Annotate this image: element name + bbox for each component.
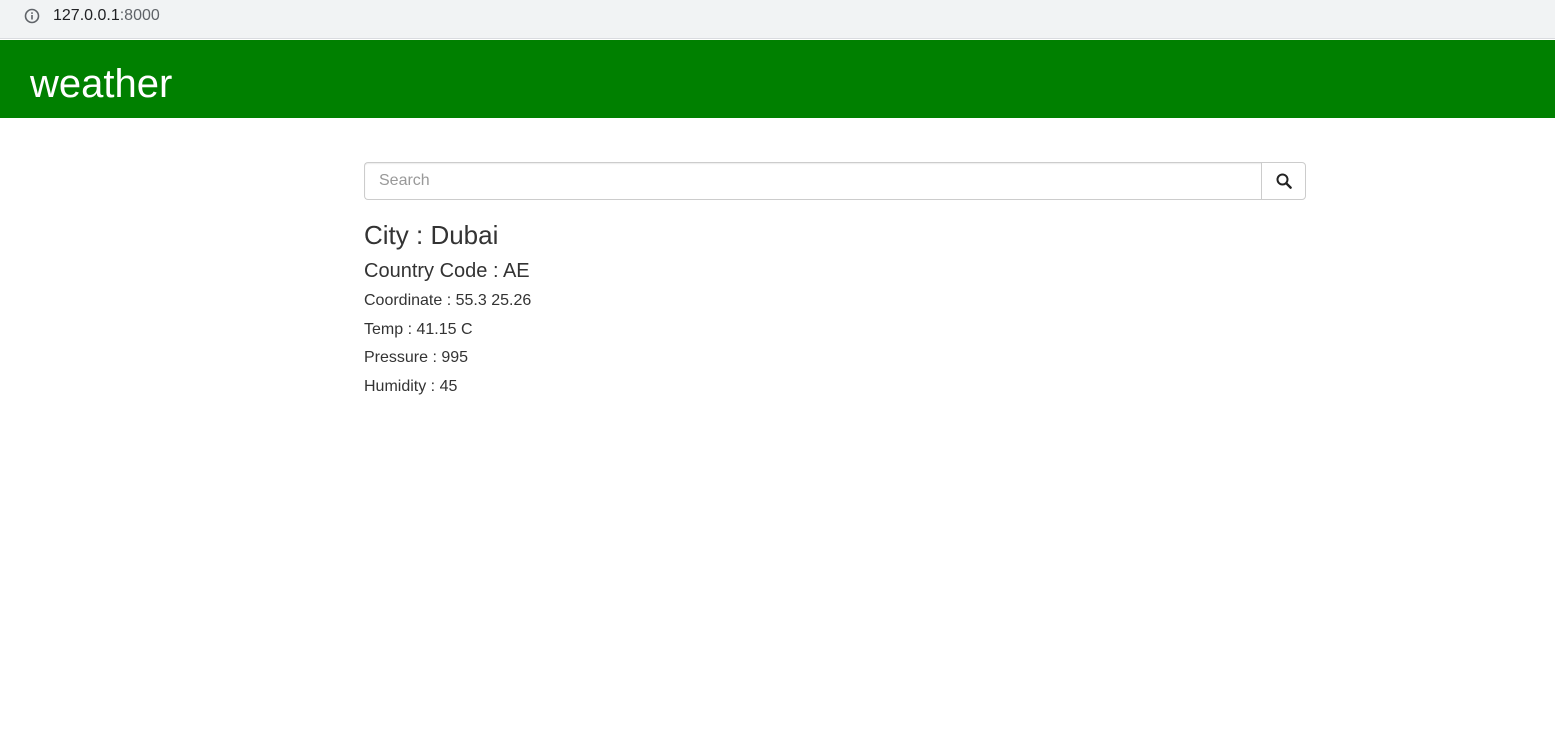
humidity-text: Humidity : 45 — [364, 377, 458, 395]
search-form — [364, 162, 1306, 200]
search-icon — [1276, 173, 1292, 189]
url-text[interactable]: 127.0.0.1:8000 — [53, 6, 160, 26]
search-button[interactable] — [1261, 162, 1306, 200]
weather-details: City : Dubai Country Code : AE Coordinat… — [364, 218, 531, 401]
city-heading: City : Dubai — [364, 220, 499, 250]
country-code-heading: Country Code : AE — [364, 260, 530, 282]
url-host: 127.0.0.1 — [53, 7, 120, 24]
url-port: :8000 — [119, 7, 160, 24]
url-field[interactable] — [10, 0, 1555, 32]
temp-text: Temp : 41.15 C — [364, 320, 473, 338]
browser-address-bar: 127.0.0.1:8000 — [0, 0, 1555, 39]
info-icon[interactable] — [24, 8, 40, 24]
navbar: weather — [0, 40, 1555, 118]
coordinate-text: Coordinate : 55.3 25.26 — [364, 292, 532, 309]
pressure-text: Pressure : 995 — [364, 349, 469, 366]
search-input[interactable] — [364, 162, 1262, 200]
navbar-brand[interactable]: weather — [30, 60, 172, 108]
